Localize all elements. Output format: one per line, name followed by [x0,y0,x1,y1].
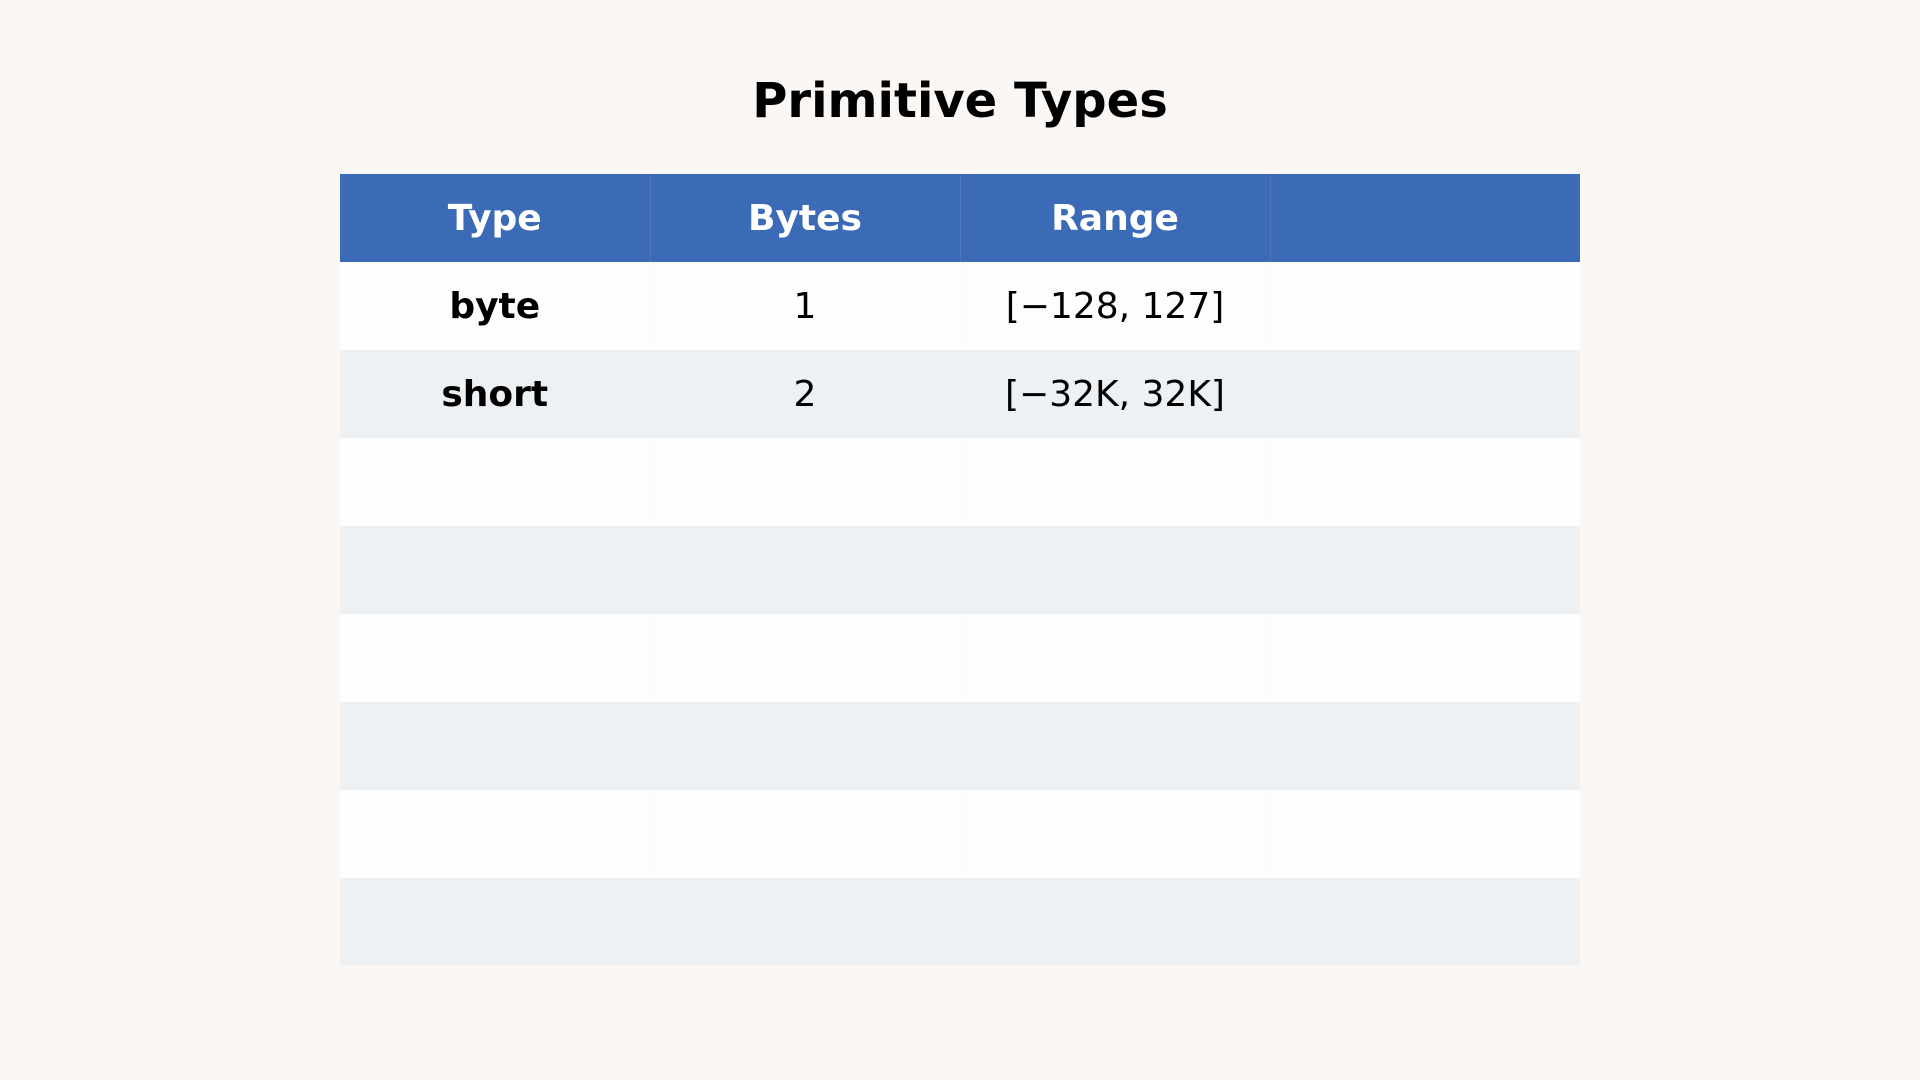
cell-type: short [340,350,650,438]
table-row [340,438,1580,526]
cell-range [960,702,1270,790]
cell-bytes [650,878,960,966]
cell-extra [1270,438,1580,526]
table-row: byte 1 [−128, 127] [340,262,1580,350]
page-title: Primitive Types [752,73,1168,129]
cell-range [960,526,1270,614]
table-row [340,526,1580,614]
cell-type [340,878,650,966]
table-row [340,878,1580,966]
cell-extra [1270,526,1580,614]
cell-bytes: 2 [650,350,960,438]
header-bytes: Bytes [649,174,960,262]
cell-extra [1270,790,1580,878]
cell-extra [1270,702,1580,790]
cell-range: [−32K, 32K] [960,350,1270,438]
cell-range: [−128, 127] [960,262,1270,350]
table-row [340,790,1580,878]
cell-range [960,614,1270,702]
cell-bytes: 1 [650,262,960,350]
cell-range [960,438,1270,526]
primitive-types-table: Type Bytes Range byte 1 [−128, 127] shor… [340,174,1580,966]
table-row [340,614,1580,702]
cell-bytes [650,614,960,702]
cell-type [340,526,650,614]
header-empty [1269,174,1580,262]
header-range: Range [959,174,1270,262]
cell-bytes [650,438,960,526]
cell-range [960,790,1270,878]
cell-type [340,438,650,526]
cell-extra [1270,878,1580,966]
cell-type [340,790,650,878]
cell-range [960,878,1270,966]
table-row: short 2 [−32K, 32K] [340,350,1580,438]
header-type: Type [340,174,650,262]
cell-extra [1270,350,1580,438]
cell-extra [1270,614,1580,702]
cell-type: byte [340,262,650,350]
cell-bytes [650,790,960,878]
cell-type [340,614,650,702]
cell-bytes [650,526,960,614]
table-row [340,702,1580,790]
cell-type [340,702,650,790]
cell-bytes [650,702,960,790]
table-header-row: Type Bytes Range [340,174,1580,262]
cell-extra [1270,262,1580,350]
